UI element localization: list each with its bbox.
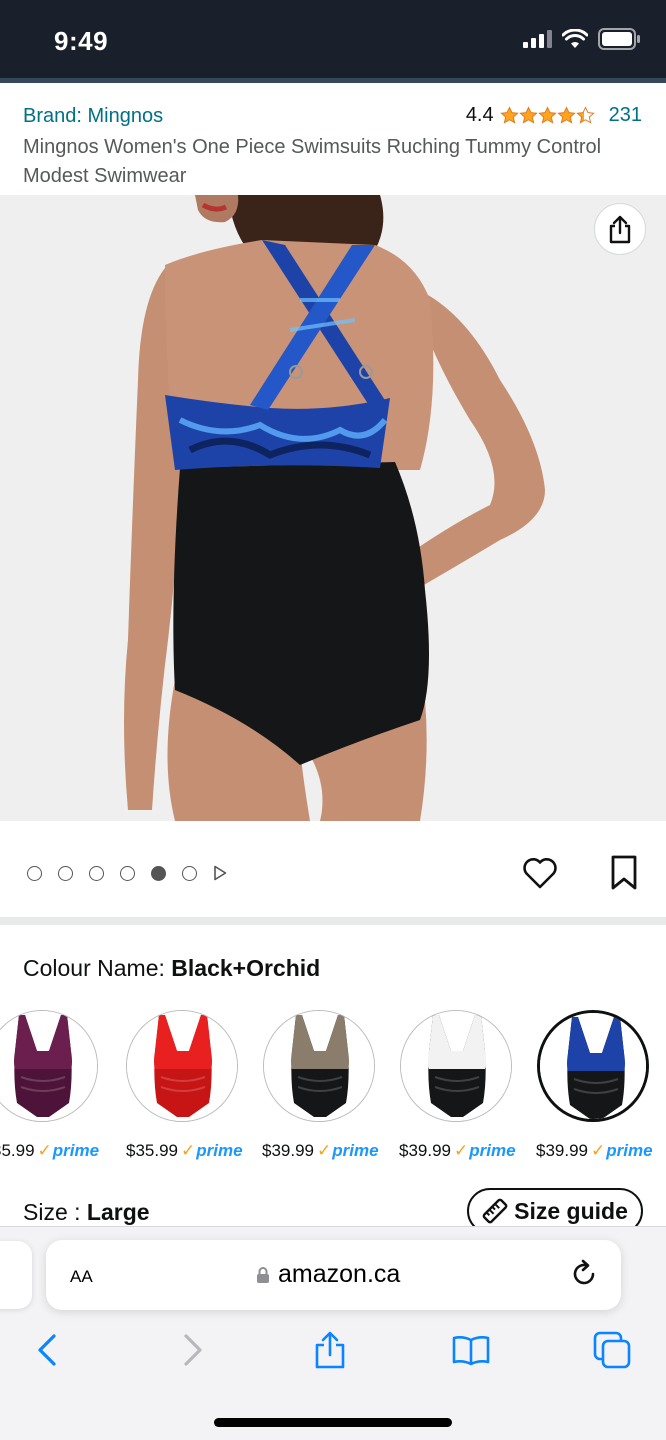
chevron-left-icon (38, 1334, 56, 1366)
heart-icon[interactable] (522, 856, 558, 890)
pagination-dot[interactable] (89, 865, 104, 881)
prime-label: prime (52, 1141, 100, 1160)
battery-icon (598, 28, 640, 50)
prime-label: prime (469, 1141, 516, 1160)
swimsuit-thumbnail (127, 1011, 237, 1121)
image-pagination[interactable] (27, 865, 227, 881)
colour-label-text: Colour Name: (23, 955, 172, 981)
size-label: Size : Large (23, 1199, 150, 1226)
prime-badge: ✓prime (317, 1141, 379, 1160)
size-guide-label: Size guide (514, 1197, 628, 1224)
prime-badge: ✓prime (181, 1141, 243, 1160)
status-bar: 9:49 (0, 0, 666, 78)
rating-summary[interactable]: 4.4 231 (466, 104, 642, 127)
colour-swatch[interactable] (400, 1010, 512, 1122)
colour-selected: Black+Orchid (171, 955, 321, 981)
back-button[interactable] (32, 1328, 62, 1372)
previous-tab-preview[interactable] (0, 1241, 32, 1309)
status-time: 9:49 (54, 26, 109, 56)
swimsuit-thumbnail (0, 1011, 97, 1121)
swimsuit-thumbnail (540, 1013, 646, 1119)
review-count-link[interactable]: 231 (609, 104, 642, 127)
image-controls (0, 821, 666, 919)
colour-swatch[interactable] (126, 1010, 238, 1122)
pagination-dot-active[interactable] (151, 865, 166, 881)
size-label-text: Size : (23, 1199, 87, 1225)
prime-label: prime (332, 1141, 379, 1160)
bookmark-icon[interactable] (610, 855, 638, 891)
star-icon (537, 106, 557, 124)
colour-swatch[interactable] (0, 1010, 98, 1122)
bookmarks-button[interactable] (450, 1328, 492, 1372)
swimsuit-back-view-image (0, 195, 666, 821)
pagination-dot[interactable] (58, 865, 73, 881)
swimsuit-thumbnail (401, 1011, 511, 1121)
star-icon (499, 106, 519, 124)
product-image[interactable] (0, 195, 666, 821)
reader-settings-button[interactable]: AA (70, 1262, 93, 1288)
section-divider (0, 917, 666, 925)
address-bar[interactable]: AA amazon.ca (46, 1240, 621, 1310)
star-icon (518, 106, 538, 124)
prime-label: prime (196, 1141, 243, 1160)
colour-label: Colour Name: Black+Orchid (23, 955, 320, 982)
share-icon (315, 1331, 345, 1369)
price-value: $39.99 (536, 1141, 588, 1160)
book-icon (452, 1336, 490, 1366)
reload-icon[interactable] (569, 1259, 599, 1289)
star-icon (556, 106, 576, 124)
tabs-button[interactable] (592, 1328, 632, 1372)
brand-link[interactable]: Brand: Mingnos (23, 105, 163, 128)
swatch-price: $39.99 ✓prime (262, 1141, 379, 1161)
swatch-price: 35.99✓prime (0, 1141, 99, 1161)
prime-label: prime (606, 1141, 653, 1160)
price-value: $35.99 (126, 1141, 178, 1160)
prime-badge: ✓prime (591, 1141, 653, 1160)
price-value: $39.99 (262, 1141, 314, 1160)
rating-value: 4.4 (465, 104, 494, 126)
product-header: Brand: Mingnos 4.4 231 Mingnos Women's O… (0, 83, 666, 195)
prime-badge: ✓prime (37, 1141, 100, 1160)
tabs-icon (593, 1331, 631, 1369)
swatch-price: $39.99 ✓prime (399, 1141, 516, 1161)
star-rating (499, 106, 595, 125)
swatch-price: $35.99 ✓prime (126, 1141, 243, 1161)
wifi-icon (562, 29, 588, 48)
chevron-right-icon (184, 1334, 202, 1366)
browser-share-button[interactable] (312, 1328, 348, 1372)
colour-swatch[interactable] (537, 1010, 649, 1122)
share-button[interactable] (594, 203, 646, 255)
play-icon[interactable] (213, 865, 227, 881)
home-indicator (214, 1418, 452, 1427)
pagination-dot[interactable] (120, 865, 135, 881)
swatch-price: $39.99 ✓prime (536, 1141, 653, 1161)
pagination-dot[interactable] (27, 865, 42, 881)
star-icon (575, 106, 595, 124)
price-value: 35.99 (0, 1141, 35, 1160)
swimsuit-thumbnail (264, 1011, 374, 1121)
reader-settings-label: AA (70, 1267, 93, 1286)
colour-swatch[interactable] (263, 1010, 375, 1122)
product-title: Mingnos Women's One Piece Swimsuits Ruch… (23, 136, 602, 187)
lock-icon (257, 1266, 269, 1283)
status-icons (523, 28, 640, 50)
prime-badge: ✓prime (454, 1141, 516, 1160)
forward-button[interactable] (178, 1328, 208, 1372)
size-selected: Large (86, 1199, 150, 1225)
share-icon (609, 215, 631, 244)
url-display[interactable]: amazon.ca (256, 1260, 400, 1289)
price-value: $39.99 (399, 1141, 451, 1160)
ruler-icon (482, 1198, 508, 1224)
cellular-signal-icon (523, 30, 552, 48)
url-text: amazon.ca (278, 1260, 401, 1288)
pagination-dot[interactable] (182, 865, 197, 881)
